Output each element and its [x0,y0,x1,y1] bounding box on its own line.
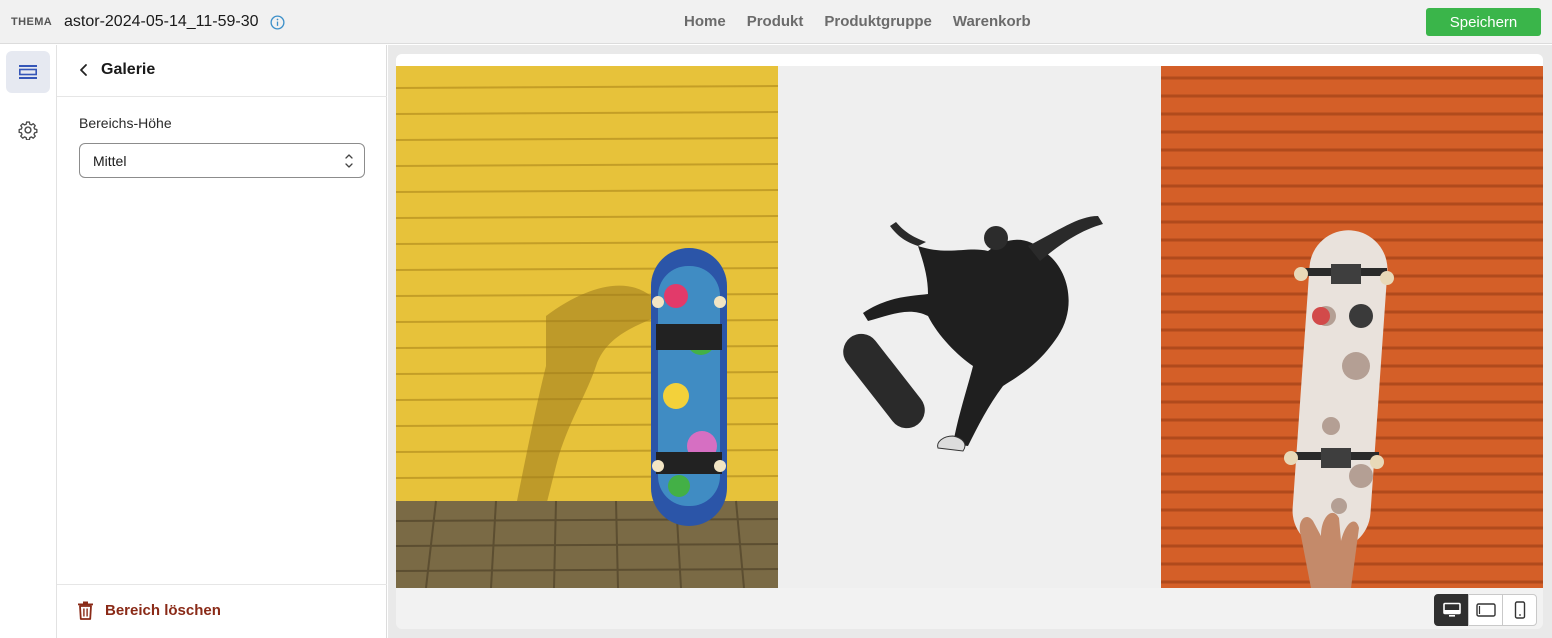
skateboard-yellow-wall-image [396,66,778,588]
skateboard-orange-shutter-image [1161,66,1543,588]
tablet-icon [1475,603,1496,617]
panel-footer: Bereich löschen [57,584,387,638]
sections-icon [18,65,37,79]
sections-button[interactable] [6,51,50,93]
nav-produkt[interactable]: Produkt [747,13,804,30]
delete-section-button[interactable]: Bereich löschen [77,601,221,620]
theme-tag: THEMA [11,16,53,28]
theme-name: astor-2024-05-14_11-59-30 [64,13,259,30]
chevron-left-icon[interactable] [75,61,93,79]
panel-header: Galerie [57,45,387,97]
mobile-view-button[interactable] [1502,594,1537,626]
info-icon[interactable] [270,15,285,30]
nav-produktgruppe[interactable]: Produktgruppe [824,13,932,30]
trash-icon [78,601,93,620]
preview-canvas [396,54,1543,629]
section-height-select[interactable]: Mittel [79,143,365,178]
preview-header-strip [396,54,1543,66]
settings-panel: Galerie Bereichs-Höhe Mittel Bereich lös… [57,45,387,638]
gallery-image-2[interactable] [778,66,1161,588]
preview-nav: Home Produkt Produktgruppe Warenkorb [684,13,1031,30]
select-value: Mittel [93,153,127,169]
mobile-icon [1514,601,1525,619]
panel-title: Galerie [101,61,156,78]
desktop-icon [1442,602,1461,617]
delete-section-label: Bereich löschen [105,602,221,619]
top-bar: THEMA astor-2024-05-14_11-59-30 Home Pro… [0,0,1552,44]
desktop-view-button[interactable] [1434,594,1469,626]
tablet-view-button[interactable] [1468,594,1503,626]
settings-button[interactable] [6,109,50,151]
icon-rail [0,45,57,638]
gallery-image-3[interactable] [1161,66,1543,588]
skateboarder-jump-image [778,66,1161,588]
nav-home[interactable]: Home [684,13,726,30]
gear-icon [18,121,38,140]
section-height-label: Bereichs-Höhe [79,115,172,131]
nav-warenkorb[interactable]: Warenkorb [953,13,1031,30]
gallery-image-1[interactable] [396,66,778,588]
device-switcher [1434,594,1537,626]
save-button[interactable]: Speichern [1426,8,1541,36]
select-arrows-icon [345,154,353,168]
